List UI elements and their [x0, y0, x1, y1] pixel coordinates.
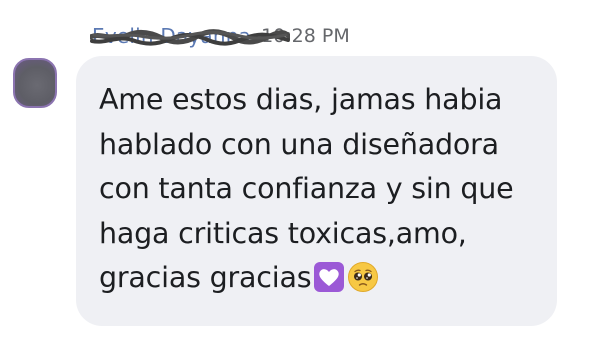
message-line: con tanta confianza y sin que — [99, 172, 514, 205]
message-bubble[interactable]: Ame estos dias, jamas habia hablado con … — [76, 56, 557, 326]
sender-name-text: Evelin Dayanna — [92, 24, 252, 48]
message-timestamp: 10:28 PM — [261, 25, 350, 47]
message-header: Evelin Dayanna 10:28 PM — [90, 20, 350, 52]
message-line: Ame estos dias, jamas habia — [99, 83, 503, 116]
pleading-face-icon — [348, 262, 379, 292]
message-line: haga criticas toxicas,amo, — [99, 216, 467, 250]
message-last-line: gracias gracias — [99, 256, 537, 301]
message-line: hablado con una diseñadora — [99, 127, 499, 161]
avatar[interactable] — [13, 58, 57, 108]
sender-name[interactable]: Evelin Dayanna — [90, 24, 290, 48]
purple-heart-icon — [314, 262, 345, 292]
message-line: gracias gracias — [99, 261, 312, 294]
message-text: Ame estos dias, jamas habia hablado con … — [99, 78, 537, 301]
chat-message-view: Evelin Dayanna 10:28 PM Ame estos dias, … — [0, 0, 596, 350]
